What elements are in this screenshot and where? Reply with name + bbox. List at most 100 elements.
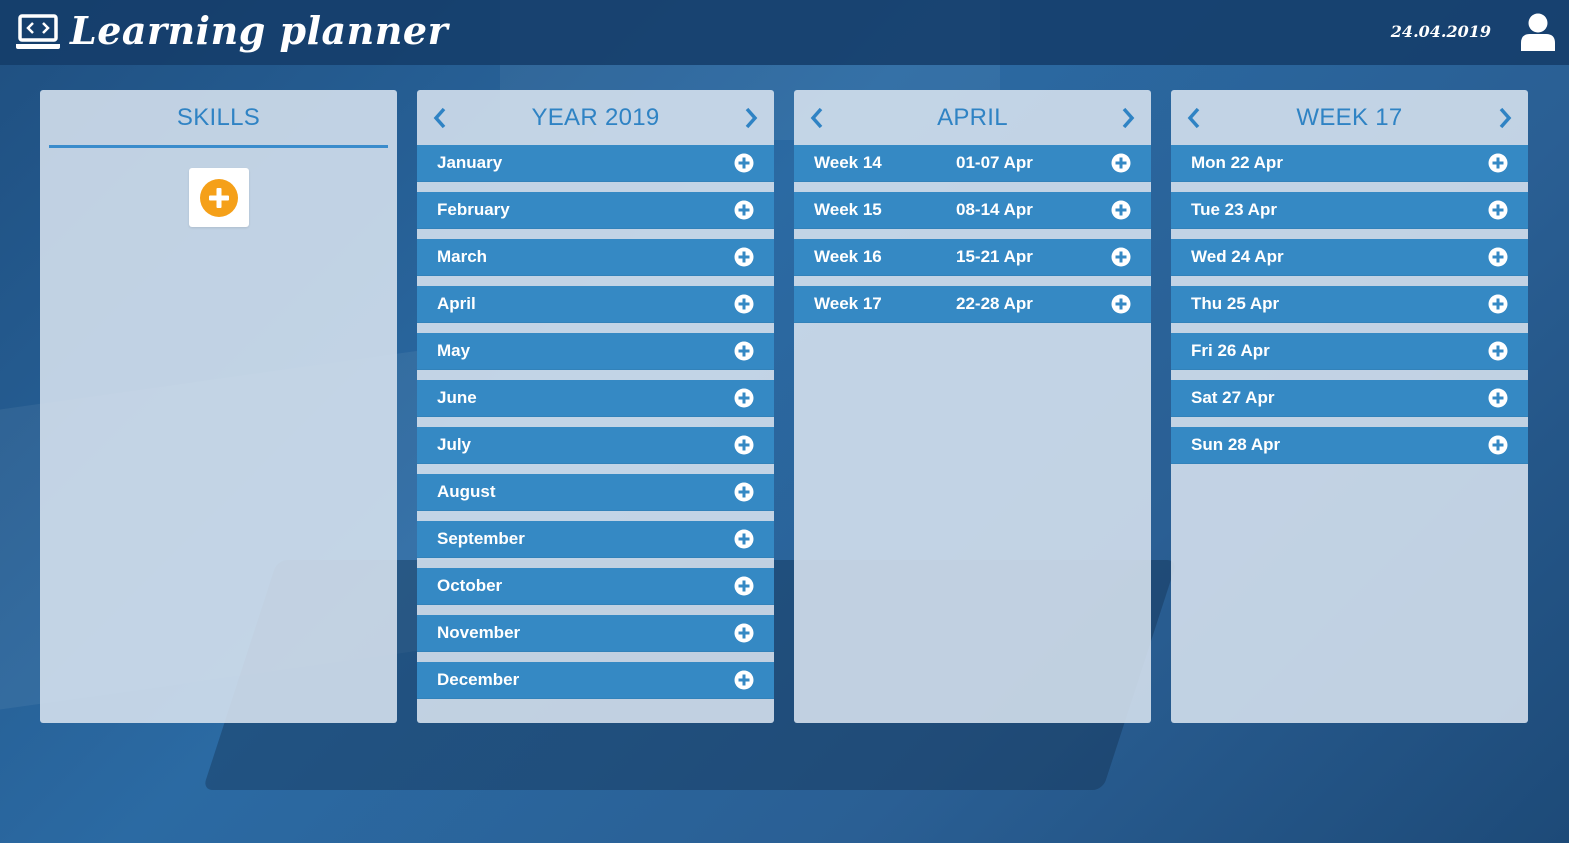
plus-circle-icon[interactable] [1488,200,1508,220]
plus-circle-icon[interactable] [734,200,754,220]
row-label: Wed 24 Apr [1191,247,1284,266]
row-label: Week 17 [814,294,882,313]
current-date: 24.04.2019 [1390,22,1491,41]
week-range: 01-07 Apr [956,153,1033,172]
row-label: July [437,435,472,454]
week-item[interactable]: Week 14 01-07 Apr [794,145,1151,182]
day-item[interactable]: Tue 23 Apr [1171,192,1528,229]
week-item[interactable]: Week 16 15-21 Apr [794,239,1151,276]
plus-circle-icon [200,178,238,217]
plus-circle-icon[interactable] [1488,341,1508,361]
plus-circle-icon[interactable] [1111,247,1131,267]
week-panel: WEEK 17 Mon 22 Apr Tue 23 Apr Wed 24 Apr Th… [1171,90,1528,723]
month-item[interactable]: February [417,192,774,229]
day-item[interactable]: Thu 25 Apr [1171,286,1528,323]
skills-title: SKILLS [176,103,261,131]
month-item[interactable]: October [417,568,774,605]
day-item[interactable]: Fri 26 Apr [1171,333,1528,370]
chevron-right-icon[interactable] [740,105,762,131]
laptop-code-icon [16,14,60,50]
app-header: Learning planner 24.04.2019 [0,0,1569,65]
plus-circle-icon[interactable] [734,247,754,267]
month-item[interactable]: May [417,333,774,370]
row-label: Thu 25 Apr [1191,294,1280,313]
chevron-left-icon[interactable] [806,105,828,131]
month-item[interactable]: January [417,145,774,182]
year-panel: YEAR 2019 January February March April May Ju… [417,90,774,723]
month-panel-header: APRIL [794,90,1151,145]
month-item[interactable]: September [417,521,774,558]
year-title: YEAR 2019 [531,103,660,131]
row-label: January [437,153,503,172]
row-label: May [437,341,471,360]
row-label: Tue 23 Apr [1191,200,1277,219]
plus-circle-icon[interactable] [734,482,754,502]
plus-circle-icon[interactable] [1111,294,1131,314]
month-item[interactable]: July [417,427,774,464]
plus-circle-icon[interactable] [734,623,754,643]
chevron-left-icon[interactable] [1183,105,1205,131]
add-skill-button[interactable] [189,168,249,227]
plus-circle-icon[interactable] [1111,153,1131,173]
year-panel-header: YEAR 2019 [417,90,774,145]
plus-circle-icon[interactable] [734,341,754,361]
row-label: February [437,200,510,219]
plus-circle-icon[interactable] [1111,200,1131,220]
row-label: Sun 28 Apr [1191,435,1281,454]
week-range: 15-21 Apr [956,247,1033,266]
plus-circle-icon[interactable] [734,388,754,408]
row-label: Mon 22 Apr [1191,153,1283,172]
row-label: Fri 26 Apr [1191,341,1270,360]
row-label: August [437,482,496,501]
day-list: Mon 22 Apr Tue 23 Apr Wed 24 Apr Thu 25 Apr… [1171,145,1528,464]
month-item[interactable]: June [417,380,774,417]
user-icon[interactable] [1521,13,1555,51]
week-list: Week 14 01-07 Apr Week 15 08-14 Apr Week 16 1… [794,145,1151,323]
plus-circle-icon[interactable] [734,670,754,690]
month-item[interactable]: April [417,286,774,323]
row-label: October [437,576,503,595]
plus-circle-icon[interactable] [734,294,754,314]
month-panel: APRIL Week 14 01-07 Apr Week 15 08-14 Apr We… [794,90,1151,723]
skills-panel: SKILLS [40,90,397,723]
row-label: December [437,670,520,689]
skills-underline [49,145,388,148]
row-label: March [437,247,488,266]
chevron-right-icon[interactable] [1494,105,1516,131]
day-item[interactable]: Mon 22 Apr [1171,145,1528,182]
month-item[interactable]: December [417,662,774,699]
app-title: Learning planner [70,8,449,53]
row-label: September [437,529,525,548]
month-title: APRIL [937,103,1008,131]
month-list: January February March April May June July Augu… [417,145,774,699]
plus-circle-icon[interactable] [734,529,754,549]
row-label: Week 14 [814,153,882,172]
plus-circle-icon[interactable] [1488,435,1508,455]
day-item[interactable]: Sat 27 Apr [1171,380,1528,417]
month-item[interactable]: March [417,239,774,276]
day-item[interactable]: Wed 24 Apr [1171,239,1528,276]
skills-panel-header: SKILLS [40,90,397,148]
chevron-right-icon[interactable] [1117,105,1139,131]
chevron-left-icon[interactable] [429,105,451,131]
week-title: WEEK 17 [1296,103,1403,131]
week-item[interactable]: Week 17 22-28 Apr [794,286,1151,323]
month-item[interactable]: November [417,615,774,652]
plus-circle-icon[interactable] [734,153,754,173]
row-label: June [437,388,477,407]
plus-circle-icon[interactable] [1488,247,1508,267]
plus-circle-icon[interactable] [1488,388,1508,408]
week-panel-header: WEEK 17 [1171,90,1528,145]
week-item[interactable]: Week 15 08-14 Apr [794,192,1151,229]
plus-circle-icon[interactable] [734,576,754,596]
plus-circle-icon[interactable] [734,435,754,455]
row-label: Week 16 [814,247,882,266]
row-label: November [437,623,521,642]
month-item[interactable]: August [417,474,774,511]
row-label: April [437,294,476,313]
plus-circle-icon[interactable] [1488,153,1508,173]
row-label: Sat 27 Apr [1191,388,1275,407]
plus-circle-icon[interactable] [1488,294,1508,314]
day-item[interactable]: Sun 28 Apr [1171,427,1528,464]
row-label: Week 15 [814,200,882,219]
